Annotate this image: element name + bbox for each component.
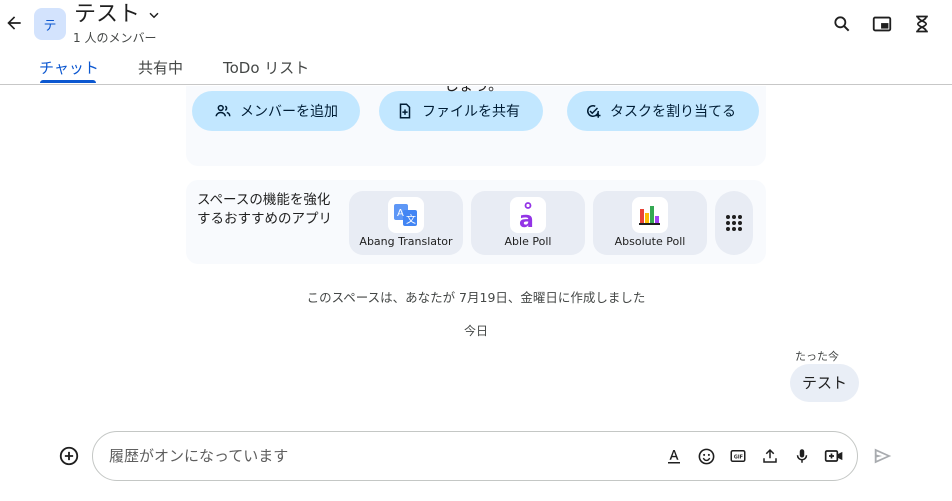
share-file-button[interactable]: ファイルを共有 bbox=[379, 91, 543, 131]
add-circle-icon[interactable] bbox=[57, 444, 81, 468]
text-format-icon[interactable] bbox=[663, 445, 685, 467]
svg-text:GIF: GIF bbox=[734, 454, 743, 460]
space-title[interactable]: テスト bbox=[74, 1, 140, 29]
space-header: テ テスト 1 人のメンバー チャット 共有中 ToDo リスト bbox=[0, 0, 952, 85]
assign-task-button[interactable]: タスクを割り当てる bbox=[567, 91, 759, 131]
member-count[interactable]: 1 人のメンバー bbox=[73, 30, 156, 46]
message-timestamp: たった今 bbox=[795, 350, 839, 363]
tab-chat[interactable]: チャット bbox=[39, 58, 99, 78]
date-divider: 今日 bbox=[463, 324, 488, 338]
apps-grid-icon bbox=[726, 215, 742, 231]
message-bubble[interactable]: テスト bbox=[790, 364, 860, 402]
intro-text: しょう。 bbox=[444, 86, 503, 95]
tab-todo-list[interactable]: ToDo リスト bbox=[223, 58, 309, 78]
active-tab-indicator bbox=[40, 80, 96, 83]
video-add-icon[interactable] bbox=[823, 445, 845, 467]
app-name: Able Poll bbox=[504, 235, 552, 248]
svg-text:A: A bbox=[397, 208, 404, 219]
message-composer: GIF bbox=[92, 431, 858, 481]
people-icon bbox=[215, 104, 231, 117]
assign-task-label: タスクを割り当てる bbox=[610, 104, 736, 120]
translate-app-icon: A文 bbox=[388, 197, 424, 233]
more-apps-button[interactable] bbox=[715, 191, 753, 255]
app-name: Absolute Poll bbox=[614, 235, 686, 248]
svg-text:a: a bbox=[519, 208, 534, 229]
add-members-label: メンバーを追加 bbox=[240, 104, 338, 120]
task-add-icon bbox=[587, 105, 601, 118]
hourglass-icon[interactable] bbox=[910, 12, 934, 36]
svg-text:文: 文 bbox=[406, 213, 416, 226]
microphone-icon[interactable] bbox=[791, 445, 813, 467]
able-poll-icon: a bbox=[510, 197, 546, 233]
space-avatar[interactable]: テ bbox=[34, 8, 66, 40]
gif-icon[interactable]: GIF bbox=[727, 445, 749, 467]
add-members-button[interactable]: メンバーを追加 bbox=[192, 91, 360, 131]
space-created-notice: このスペースは、あなたが 7月19日、金曜日に作成しました bbox=[306, 290, 646, 305]
tab-shared[interactable]: 共有中 bbox=[138, 58, 183, 78]
message-input[interactable] bbox=[109, 444, 649, 468]
space-intro-card: メンバーを追加 ファイルを共有 タスクを割り当てる bbox=[186, 86, 766, 166]
app-name: Abang Translator bbox=[359, 235, 453, 248]
search-icon[interactable] bbox=[830, 12, 854, 36]
upload-icon[interactable] bbox=[759, 445, 781, 467]
absolute-poll-icon bbox=[632, 197, 668, 233]
send-icon[interactable] bbox=[871, 444, 895, 468]
chevron-down-icon[interactable] bbox=[145, 6, 163, 24]
back-arrow-icon[interactable] bbox=[2, 11, 26, 35]
picture-in-picture-icon[interactable] bbox=[870, 12, 894, 36]
file-add-icon bbox=[399, 103, 411, 119]
emoji-icon[interactable] bbox=[695, 445, 717, 467]
message-stream: メンバーを追加 ファイルを共有 タスクを割り当てる しょう。 スペースの機能を強… bbox=[0, 86, 952, 416]
app-able-poll[interactable]: a Able Poll bbox=[471, 191, 585, 255]
app-abang-translator[interactable]: A文 Abang Translator bbox=[349, 191, 463, 255]
recommended-apps-label: スペースの機能を強化するおすすめのアプリ bbox=[197, 192, 332, 227]
app-absolute-poll[interactable]: Absolute Poll bbox=[593, 191, 707, 255]
share-file-label: ファイルを共有 bbox=[422, 104, 520, 120]
recommended-apps-card: スペースの機能を強化するおすすめのアプリ A文 Abang Translator… bbox=[186, 180, 766, 264]
